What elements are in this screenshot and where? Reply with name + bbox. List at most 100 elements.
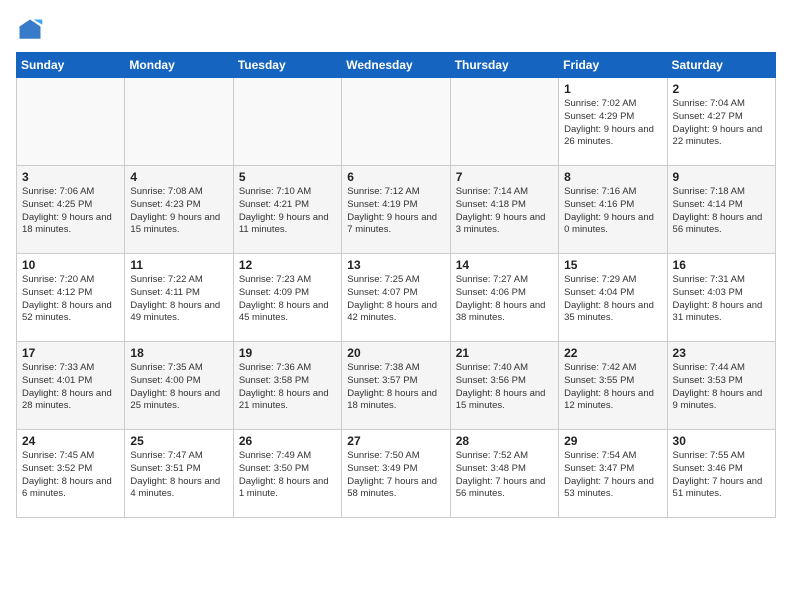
day-number: 13 xyxy=(347,258,444,272)
day-number: 22 xyxy=(564,346,661,360)
calendar-cell xyxy=(342,78,450,166)
day-number: 14 xyxy=(456,258,553,272)
day-number: 17 xyxy=(22,346,119,360)
day-info: Sunrise: 7:49 AM Sunset: 3:50 PM Dayligh… xyxy=(239,450,336,501)
calendar: SundayMondayTuesdayWednesdayThursdayFrid… xyxy=(16,52,776,518)
day-info: Sunrise: 7:33 AM Sunset: 4:01 PM Dayligh… xyxy=(22,362,119,413)
calendar-week-row: 3 Sunrise: 7:06 AM Sunset: 4:25 PM Daylig… xyxy=(17,166,776,254)
day-number: 9 xyxy=(673,170,770,184)
day-number: 3 xyxy=(22,170,119,184)
weekday-header-cell: Thursday xyxy=(450,53,558,78)
day-info: Sunrise: 7:06 AM Sunset: 4:25 PM Dayligh… xyxy=(22,186,119,237)
calendar-cell: 22 Sunrise: 7:42 AM Sunset: 3:55 PM Dayli… xyxy=(559,342,667,430)
weekday-header-cell: Wednesday xyxy=(342,53,450,78)
day-number: 25 xyxy=(130,434,227,448)
calendar-cell: 14 Sunrise: 7:27 AM Sunset: 4:06 PM Dayli… xyxy=(450,254,558,342)
day-info: Sunrise: 7:23 AM Sunset: 4:09 PM Dayligh… xyxy=(239,274,336,325)
calendar-cell: 18 Sunrise: 7:35 AM Sunset: 4:00 PM Dayli… xyxy=(125,342,233,430)
calendar-cell: 27 Sunrise: 7:50 AM Sunset: 3:49 PM Dayli… xyxy=(342,430,450,518)
day-info: Sunrise: 7:16 AM Sunset: 4:16 PM Dayligh… xyxy=(564,186,661,237)
weekday-header-cell: Sunday xyxy=(17,53,125,78)
day-info: Sunrise: 7:04 AM Sunset: 4:27 PM Dayligh… xyxy=(673,98,770,149)
day-number: 16 xyxy=(673,258,770,272)
day-number: 29 xyxy=(564,434,661,448)
calendar-cell: 1Sunrise: 7:02 AM Sunset: 4:29 PM Daylig… xyxy=(559,78,667,166)
calendar-cell: 28 Sunrise: 7:52 AM Sunset: 3:48 PM Dayli… xyxy=(450,430,558,518)
calendar-cell: 15 Sunrise: 7:29 AM Sunset: 4:04 PM Dayli… xyxy=(559,254,667,342)
calendar-cell: 29 Sunrise: 7:54 AM Sunset: 3:47 PM Dayli… xyxy=(559,430,667,518)
calendar-cell: 25Sunrise: 7:47 AM Sunset: 3:51 PM Dayli… xyxy=(125,430,233,518)
day-info: Sunrise: 7:29 AM Sunset: 4:04 PM Dayligh… xyxy=(564,274,661,325)
calendar-cell: 20Sunrise: 7:38 AM Sunset: 3:57 PM Dayli… xyxy=(342,342,450,430)
day-number: 15 xyxy=(564,258,661,272)
calendar-body: 1Sunrise: 7:02 AM Sunset: 4:29 PM Daylig… xyxy=(17,78,776,518)
calendar-cell xyxy=(233,78,341,166)
day-number: 1 xyxy=(564,82,661,96)
calendar-cell: 3 Sunrise: 7:06 AM Sunset: 4:25 PM Daylig… xyxy=(17,166,125,254)
day-info: Sunrise: 7:14 AM Sunset: 4:18 PM Dayligh… xyxy=(456,186,553,237)
day-number: 24 xyxy=(22,434,119,448)
day-info: Sunrise: 7:10 AM Sunset: 4:21 PM Dayligh… xyxy=(239,186,336,237)
day-number: 5 xyxy=(239,170,336,184)
day-info: Sunrise: 7:44 AM Sunset: 3:53 PM Dayligh… xyxy=(673,362,770,413)
day-number: 6 xyxy=(347,170,444,184)
day-info: Sunrise: 7:54 AM Sunset: 3:47 PM Dayligh… xyxy=(564,450,661,501)
calendar-cell: 11 Sunrise: 7:22 AM Sunset: 4:11 PM Dayli… xyxy=(125,254,233,342)
day-number: 2 xyxy=(673,82,770,96)
calendar-week-row: 24 Sunrise: 7:45 AM Sunset: 3:52 PM Dayli… xyxy=(17,430,776,518)
logo-icon xyxy=(16,16,44,44)
weekday-header-cell: Monday xyxy=(125,53,233,78)
day-number: 27 xyxy=(347,434,444,448)
calendar-cell: 5 Sunrise: 7:10 AM Sunset: 4:21 PM Daylig… xyxy=(233,166,341,254)
day-info: Sunrise: 7:31 AM Sunset: 4:03 PM Dayligh… xyxy=(673,274,770,325)
day-number: 4 xyxy=(130,170,227,184)
calendar-week-row: 1Sunrise: 7:02 AM Sunset: 4:29 PM Daylig… xyxy=(17,78,776,166)
calendar-cell: 19 Sunrise: 7:36 AM Sunset: 3:58 PM Dayli… xyxy=(233,342,341,430)
weekday-header: SundayMondayTuesdayWednesdayThursdayFrid… xyxy=(17,53,776,78)
day-number: 23 xyxy=(673,346,770,360)
calendar-cell: 9Sunrise: 7:18 AM Sunset: 4:14 PM Daylig… xyxy=(667,166,775,254)
day-number: 10 xyxy=(22,258,119,272)
calendar-cell: 8 Sunrise: 7:16 AM Sunset: 4:16 PM Daylig… xyxy=(559,166,667,254)
calendar-cell: 30 Sunrise: 7:55 AM Sunset: 3:46 PM Dayli… xyxy=(667,430,775,518)
day-number: 19 xyxy=(239,346,336,360)
calendar-cell: 17 Sunrise: 7:33 AM Sunset: 4:01 PM Dayli… xyxy=(17,342,125,430)
calendar-cell xyxy=(17,78,125,166)
calendar-cell: 6 Sunrise: 7:12 AM Sunset: 4:19 PM Daylig… xyxy=(342,166,450,254)
calendar-cell: 23 Sunrise: 7:44 AM Sunset: 3:53 PM Dayli… xyxy=(667,342,775,430)
day-number: 28 xyxy=(456,434,553,448)
calendar-cell: 13Sunrise: 7:25 AM Sunset: 4:07 PM Dayli… xyxy=(342,254,450,342)
calendar-cell: 24 Sunrise: 7:45 AM Sunset: 3:52 PM Dayli… xyxy=(17,430,125,518)
day-number: 11 xyxy=(130,258,227,272)
day-info: Sunrise: 7:12 AM Sunset: 4:19 PM Dayligh… xyxy=(347,186,444,237)
calendar-cell: 16 Sunrise: 7:31 AM Sunset: 4:03 PM Dayli… xyxy=(667,254,775,342)
day-info: Sunrise: 7:42 AM Sunset: 3:55 PM Dayligh… xyxy=(564,362,661,413)
day-number: 30 xyxy=(673,434,770,448)
day-info: Sunrise: 7:50 AM Sunset: 3:49 PM Dayligh… xyxy=(347,450,444,501)
day-number: 18 xyxy=(130,346,227,360)
weekday-header-cell: Friday xyxy=(559,53,667,78)
day-info: Sunrise: 7:36 AM Sunset: 3:58 PM Dayligh… xyxy=(239,362,336,413)
header xyxy=(16,16,776,44)
calendar-week-row: 17 Sunrise: 7:33 AM Sunset: 4:01 PM Dayli… xyxy=(17,342,776,430)
day-info: Sunrise: 7:35 AM Sunset: 4:00 PM Dayligh… xyxy=(130,362,227,413)
day-info: Sunrise: 7:52 AM Sunset: 3:48 PM Dayligh… xyxy=(456,450,553,501)
day-info: Sunrise: 7:55 AM Sunset: 3:46 PM Dayligh… xyxy=(673,450,770,501)
day-number: 26 xyxy=(239,434,336,448)
day-number: 21 xyxy=(456,346,553,360)
day-info: Sunrise: 7:27 AM Sunset: 4:06 PM Dayligh… xyxy=(456,274,553,325)
day-info: Sunrise: 7:45 AM Sunset: 3:52 PM Dayligh… xyxy=(22,450,119,501)
calendar-cell: 26 Sunrise: 7:49 AM Sunset: 3:50 PM Dayli… xyxy=(233,430,341,518)
calendar-cell: 12 Sunrise: 7:23 AM Sunset: 4:09 PM Dayli… xyxy=(233,254,341,342)
day-info: Sunrise: 7:08 AM Sunset: 4:23 PM Dayligh… xyxy=(130,186,227,237)
day-info: Sunrise: 7:20 AM Sunset: 4:12 PM Dayligh… xyxy=(22,274,119,325)
day-info: Sunrise: 7:22 AM Sunset: 4:11 PM Dayligh… xyxy=(130,274,227,325)
weekday-header-cell: Saturday xyxy=(667,53,775,78)
day-number: 20 xyxy=(347,346,444,360)
calendar-cell: 21 Sunrise: 7:40 AM Sunset: 3:56 PM Dayli… xyxy=(450,342,558,430)
logo xyxy=(16,16,48,44)
day-number: 8 xyxy=(564,170,661,184)
day-number: 12 xyxy=(239,258,336,272)
day-info: Sunrise: 7:40 AM Sunset: 3:56 PM Dayligh… xyxy=(456,362,553,413)
calendar-cell xyxy=(125,78,233,166)
